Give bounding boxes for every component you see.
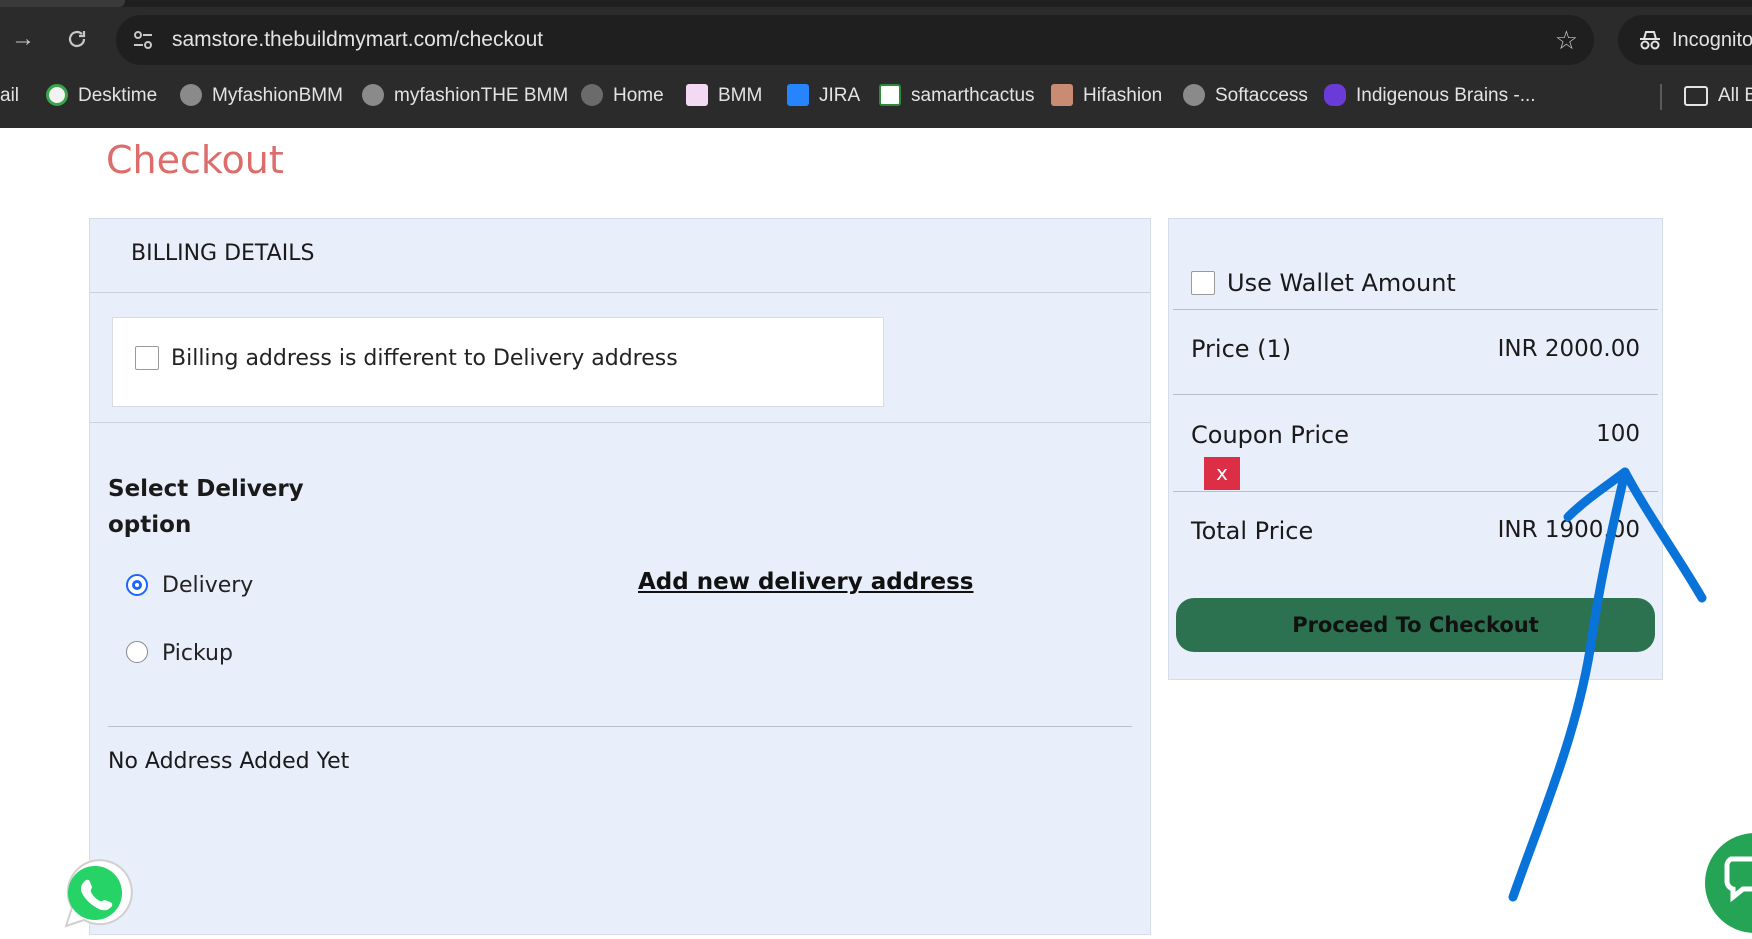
remove-coupon-button[interactable]: x xyxy=(1204,457,1240,490)
bmm-icon xyxy=(686,84,708,106)
total-label: Total Price xyxy=(1191,517,1314,545)
billing-heading: BILLING DETAILS xyxy=(131,241,315,266)
different-address-label[interactable]: Billing address is different to Delivery… xyxy=(171,346,678,371)
chat-icon xyxy=(1724,856,1752,903)
bookmark-desktime[interactable]: Desktime xyxy=(46,82,157,110)
bookmark-myfashionbmm[interactable]: MyfashionBMM xyxy=(180,82,343,110)
price-label: Price (1) xyxy=(1191,335,1292,363)
divider xyxy=(1173,309,1658,310)
indigenous-icon xyxy=(1324,84,1346,106)
url-text[interactable]: samstore.thebuildmymart.com/checkout xyxy=(172,28,543,52)
select-delivery-heading: Select Delivery option xyxy=(108,476,304,538)
bookmark-mail[interactable]: ail xyxy=(0,82,19,110)
folder-icon xyxy=(1684,86,1708,106)
divider xyxy=(108,726,1132,727)
address-bar[interactable]: samstore.thebuildmymart.com/checkout ☆ xyxy=(116,15,1594,65)
reload-icon[interactable] xyxy=(60,22,94,56)
divider xyxy=(90,292,1150,293)
order-summary-panel: Use Wallet Amount Price (1) INR 2000.00 … xyxy=(1168,218,1663,680)
bookmark-myfashion-the-bmm[interactable]: myfashionTHE BMM xyxy=(362,82,568,110)
pickup-option-label[interactable]: Pickup xyxy=(162,641,233,666)
divider xyxy=(90,422,1150,423)
site-info-icon[interactable] xyxy=(130,27,156,53)
bookmark-bmm[interactable]: BMM xyxy=(686,82,762,110)
bookmarks-divider xyxy=(1660,84,1662,110)
bookmark-indigenous-brains[interactable]: Indigenous Brains -... xyxy=(1324,82,1536,110)
pickup-radio[interactable] xyxy=(126,641,148,663)
incognito-icon xyxy=(1640,31,1660,50)
hifashion-icon xyxy=(1051,84,1073,106)
bookmarks-bar: ail Desktime MyfashionBMM myfashionTHE B… xyxy=(0,76,1752,116)
different-address-card: Billing address is different to Delivery… xyxy=(112,317,884,407)
proceed-to-checkout-button[interactable]: Proceed To Checkout xyxy=(1176,598,1655,652)
wallet-label[interactable]: Use Wallet Amount xyxy=(1227,269,1456,297)
globe-icon xyxy=(362,84,384,106)
jira-icon xyxy=(787,84,809,106)
delivery-option-label[interactable]: Delivery xyxy=(162,573,253,598)
total-value: INR 1900.00 xyxy=(1497,517,1640,543)
incognito-indicator[interactable]: Incognito xyxy=(1618,15,1752,65)
browser-chrome: → samstore.thebuildmymart.com/checkout ☆… xyxy=(0,0,1752,128)
cactus-icon xyxy=(879,84,901,106)
bookmark-home[interactable]: Home xyxy=(581,82,664,110)
globe-icon xyxy=(180,84,202,106)
price-value: INR 2000.00 xyxy=(1497,336,1640,362)
billing-panel: BILLING DETAILS Billing address is diffe… xyxy=(89,218,1151,935)
incognito-label: Incognito xyxy=(1672,29,1752,51)
different-address-checkbox[interactable] xyxy=(135,346,159,370)
bookmark-hifashion[interactable]: Hifashion xyxy=(1051,82,1162,110)
coupon-value: 100 xyxy=(1596,421,1640,447)
bookmark-samarthcactus[interactable]: samarthcactus xyxy=(879,82,1035,110)
no-address-text: No Address Added Yet xyxy=(108,749,350,774)
chat-widget-button[interactable] xyxy=(1705,833,1752,933)
divider xyxy=(1173,394,1658,395)
all-bookmarks[interactable]: All B xyxy=(1684,82,1752,110)
coupon-label: Coupon Price xyxy=(1191,421,1349,449)
globe-icon xyxy=(581,84,603,106)
desktime-icon xyxy=(46,84,68,106)
wallet-checkbox[interactable] xyxy=(1191,271,1215,295)
forward-icon[interactable]: → xyxy=(6,22,40,56)
bookmark-softaccess[interactable]: Softaccess xyxy=(1183,82,1308,110)
whatsapp-icon[interactable] xyxy=(52,852,134,934)
active-tab[interactable] xyxy=(0,0,125,7)
add-delivery-address-link[interactable]: Add new delivery address xyxy=(638,569,974,595)
divider xyxy=(1173,491,1658,492)
bookmark-star-icon[interactable]: ☆ xyxy=(1555,25,1578,56)
page-title: Checkout xyxy=(106,138,284,182)
delivery-radio[interactable] xyxy=(126,574,148,596)
globe-icon xyxy=(1183,84,1205,106)
tab-strip xyxy=(0,0,1752,7)
bookmark-jira[interactable]: JIRA xyxy=(787,82,860,110)
